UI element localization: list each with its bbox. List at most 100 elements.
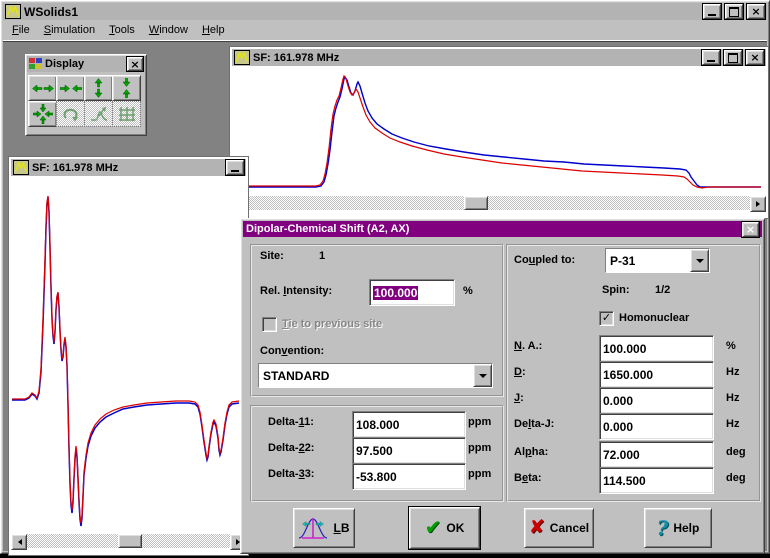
convention-combobox[interactable]: STANDARD: [258, 363, 493, 388]
collapse-vertical-button[interactable]: [112, 75, 141, 101]
j-unit: Hz: [726, 392, 739, 404]
j-input[interactable]: 0.000: [599, 387, 714, 414]
close-icon: ×: [130, 60, 139, 69]
alpha-input[interactable]: 72.000: [599, 441, 714, 468]
rel-intensity-label: Rel. Intensity:: [260, 285, 332, 297]
ok-button[interactable]: ✔ OK: [409, 507, 480, 549]
menu-help[interactable]: Help: [202, 24, 225, 36]
delta-22-unit: ppm: [468, 442, 491, 454]
question-mark-icon: ?: [657, 519, 669, 537]
expand-vertical-button[interactable]: [84, 75, 113, 101]
site-value: 1: [319, 250, 325, 262]
convention-label: Convention:: [260, 345, 324, 357]
maximize-button[interactable]: [725, 4, 743, 19]
site-label: Site:: [260, 250, 284, 262]
close-icon: ×: [751, 7, 760, 16]
d-unit: Hz: [726, 366, 739, 378]
d-input[interactable]: 1650.000: [599, 361, 714, 388]
convention-dropdown-button[interactable]: [473, 364, 492, 387]
spectrum-left-curve-blue: [12, 197, 239, 526]
spectrum-app-icon: [5, 4, 21, 19]
homonuclear-checkbox[interactable]: ✓: [599, 311, 614, 326]
scroll-thumb[interactable]: [118, 534, 142, 548]
center-arrows-button[interactable]: [28, 101, 57, 127]
expand-horizontal-button[interactable]: [28, 75, 57, 101]
minimize-button[interactable]: [702, 50, 720, 65]
cycle-arrows-icon: [62, 106, 80, 122]
rel-intensity-input[interactable]: 100.000: [369, 279, 455, 306]
menu-tools[interactable]: Tools: [109, 24, 135, 36]
homonuclear-label: Homonuclear: [619, 312, 689, 324]
delta-22-input[interactable]: 97.500: [352, 437, 466, 464]
red-x-icon: ✘: [529, 519, 545, 537]
lb-button[interactable]: LB: [293, 508, 355, 548]
minimize-button[interactable]: [703, 4, 721, 19]
spectrum-window-top: SF: 161.978 MHz ×: [229, 46, 769, 219]
spectrum-left-plot[interactable]: [11, 176, 246, 534]
minimize-button[interactable]: [226, 160, 244, 175]
spectrum-left-titlebar[interactable]: SF: 161.978 MHz: [11, 159, 246, 176]
close-button[interactable]: ×: [127, 57, 143, 71]
lb-button-label: LB: [333, 521, 349, 535]
delta-j-input[interactable]: 0.000: [599, 413, 714, 440]
check-icon: ✓: [602, 313, 611, 324]
delta-11-input[interactable]: 108.000: [352, 411, 466, 438]
close-icon: ×: [746, 225, 755, 234]
scroll-track[interactable]: [248, 196, 750, 210]
scroll-right-button[interactable]: [750, 196, 766, 212]
spectrum-top-titlebar[interactable]: SF: 161.978 MHz ×: [232, 49, 766, 66]
cancel-button[interactable]: ✘ Cancel: [524, 508, 594, 548]
scroll-left-button[interactable]: [11, 534, 27, 550]
collapse-horizontal-button[interactable]: [56, 75, 85, 101]
delta-33-input[interactable]: -53.800: [352, 463, 466, 490]
close-button[interactable]: ×: [742, 222, 759, 237]
green-check-icon: ✔: [425, 519, 442, 537]
spin-label: Spin:: [602, 284, 630, 296]
minimize-icon: [708, 14, 716, 16]
coupled-dropdown-button[interactable]: [690, 249, 709, 272]
chevron-down-icon: [696, 259, 704, 267]
display-titlebar[interactable]: Display ×: [27, 56, 145, 72]
chevron-down-icon: [479, 374, 487, 382]
beta-unit: deg: [726, 472, 746, 484]
spectrum-doc-icon: [13, 160, 29, 175]
cancel-button-label: Cancel: [550, 521, 589, 535]
maximize-button[interactable]: [724, 50, 742, 65]
menu-window[interactable]: Window: [149, 24, 188, 36]
spectrum-window-left: SF: 161.978 MHz: [8, 156, 249, 556]
alpha-label: Alpha:: [514, 446, 548, 458]
tie-previous-site-label: Tie to previous site: [282, 318, 382, 330]
scroll-track[interactable]: [27, 534, 230, 548]
alpha-unit: deg: [726, 446, 746, 458]
coupled-to-label: Coupled to:: [514, 254, 575, 266]
dialog-title: Dipolar-Chemical Shift (A2, AX): [246, 223, 409, 235]
delta-11-unit: ppm: [468, 416, 491, 428]
windows-logo-icon: [29, 58, 42, 70]
close-button[interactable]: ×: [747, 4, 765, 19]
maximize-icon: [728, 53, 738, 63]
help-button[interactable]: ? Help: [644, 508, 712, 548]
d-label: D:: [514, 366, 526, 378]
spectrum-doc-icon: [234, 50, 250, 65]
spectrum-top-curve-blue: [232, 77, 761, 187]
lineshape-broadening-icon: [298, 515, 328, 541]
help-button-label: Help: [673, 521, 699, 535]
arrows-collapse-horizontal-icon: [60, 84, 82, 93]
menu-simulation[interactable]: Simulation: [44, 24, 95, 36]
menu-file[interactable]: File: [12, 24, 30, 36]
triangle-right-icon: [756, 201, 763, 207]
beta-input[interactable]: 114.500: [599, 467, 714, 494]
dialog-titlebar[interactable]: Dipolar-Chemical Shift (A2, AX) ×: [243, 221, 762, 237]
grid-icon: [118, 106, 136, 122]
delta-j-unit: Hz: [726, 418, 739, 430]
spectrum-top-hscrollbar[interactable]: [232, 196, 766, 210]
na-input[interactable]: 100.000: [599, 335, 714, 362]
coupled-to-combobox[interactable]: P-31: [605, 248, 710, 273]
spectrum-top-curve-red: [232, 76, 761, 188]
maximize-icon: [729, 7, 739, 17]
scroll-thumb[interactable]: [464, 196, 488, 210]
spectrum-top-plot[interactable]: [232, 66, 766, 196]
spectrum-left-hscrollbar[interactable]: [11, 534, 246, 548]
main-titlebar[interactable]: WSolids1 ×: [3, 3, 767, 20]
close-button[interactable]: ×: [746, 50, 764, 65]
